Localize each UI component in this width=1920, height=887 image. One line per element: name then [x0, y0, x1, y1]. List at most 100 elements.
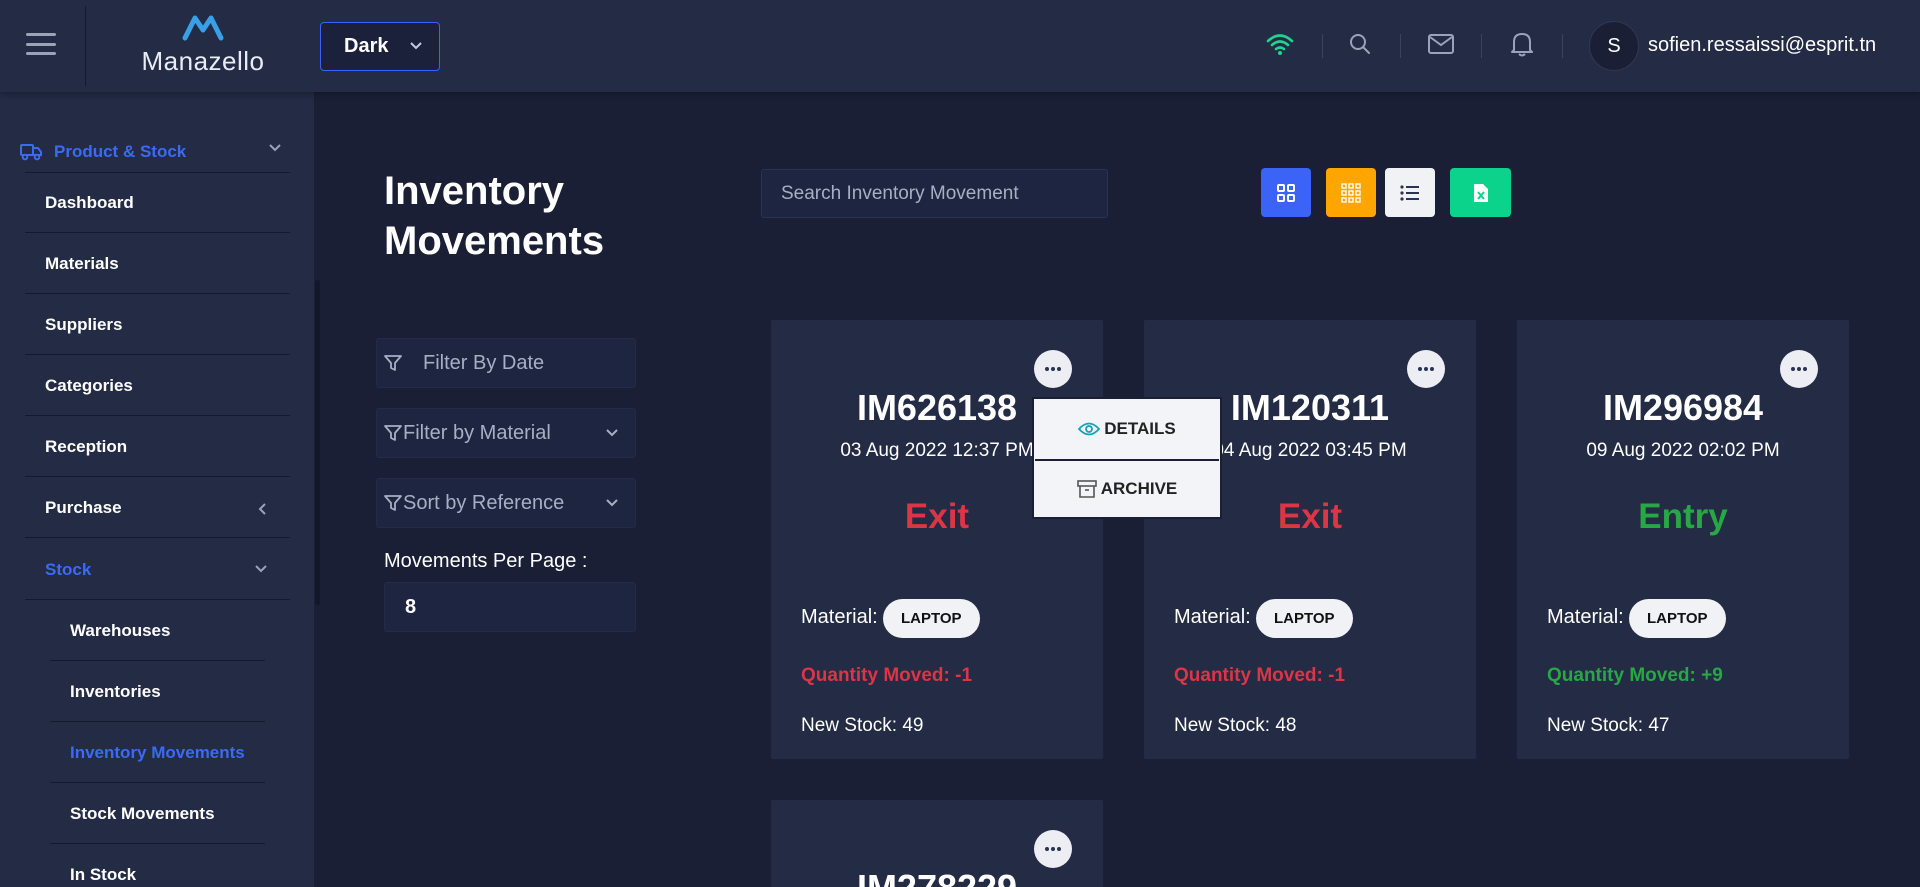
filter-material-select[interactable]: Filter by Material — [376, 408, 636, 458]
movement-card: IM626138 03 Aug 2022 12:37 PM Exit Mater… — [770, 319, 1104, 760]
sidebar-item-label: Inventory Movements — [70, 742, 245, 762]
avatar[interactable]: S — [1589, 21, 1639, 71]
more-options-button[interactable] — [1034, 350, 1072, 388]
sidebar-item-inventory-movements[interactable]: Inventory Movements — [50, 723, 265, 783]
sidebar-item-label: Materials — [45, 253, 119, 273]
dense-grid-icon — [1341, 182, 1361, 203]
sidebar-item-categories[interactable]: Categories — [25, 356, 290, 416]
ellipsis-icon — [1045, 847, 1061, 851]
sidebar-item-dashboard[interactable]: Dashboard — [25, 173, 290, 233]
material-label: Material: — [1174, 606, 1251, 628]
excel-file-icon — [1473, 183, 1488, 202]
filter-icon — [384, 425, 402, 441]
top-bar: Manazello Dark S sofien.ressaissi@esprit… — [0, 0, 1920, 92]
divider — [1562, 34, 1563, 58]
divider — [1322, 34, 1323, 58]
movement-card: IM296984 09 Aug 2022 02:02 PM Entry Mate… — [1516, 319, 1850, 760]
list-icon — [1400, 184, 1419, 201]
filter-material-label: Filter by Material — [403, 421, 551, 444]
mail-icon[interactable] — [1427, 30, 1455, 58]
sidebar: Product & Stock Dashboard Materials Supp… — [0, 92, 314, 887]
movement-card: IM120311 04 Aug 2022 03:45 PM Exit Mater… — [1143, 319, 1477, 760]
material-label: Material: — [1547, 606, 1624, 628]
sidebar-item-warehouses[interactable]: Warehouses — [50, 601, 265, 661]
chevron-down-icon — [255, 565, 267, 573]
details-menu-item[interactable]: DETAILS — [1035, 400, 1219, 458]
theme-select-value: Dark — [344, 35, 389, 57]
per-page-input[interactable]: 8 — [384, 582, 636, 632]
card-options-menu: DETAILS ARCHIVE — [1032, 397, 1222, 519]
quantity-moved: Quantity Moved: -1 — [1174, 665, 1346, 686]
archive-icon — [1076, 480, 1097, 498]
sidebar-item-in-stock[interactable]: In Stock — [50, 845, 265, 887]
search-field[interactable] — [761, 169, 1108, 218]
brand-logo[interactable]: Manazello — [138, 12, 268, 76]
compact-grid-view-button[interactable] — [1326, 168, 1376, 217]
sidebar-item-label: Purchase — [45, 497, 122, 517]
eye-icon — [1078, 422, 1101, 436]
chevron-left-icon — [258, 503, 266, 515]
sidebar-item-label: Stock Movements — [70, 803, 215, 823]
logo-icon — [182, 15, 224, 41]
material-label: Material: — [801, 606, 878, 628]
sidebar-item-label: Suppliers — [45, 314, 123, 334]
search-icon[interactable] — [1346, 30, 1374, 58]
material-badge: LAPTOP — [1256, 599, 1353, 638]
ellipsis-icon — [1791, 367, 1807, 371]
sidebar-item-label: In Stock — [70, 865, 137, 884]
ellipsis-icon — [1045, 367, 1061, 371]
sidebar-item-materials[interactable]: Materials — [25, 234, 290, 294]
sidebar-item-label: Dashboard — [45, 192, 134, 212]
ellipsis-icon — [1418, 367, 1434, 371]
movement-type: Entry — [1638, 497, 1728, 536]
chevron-down-icon — [606, 499, 618, 507]
filter-date-placeholder: Filter By Date — [423, 351, 545, 374]
movement-reference: IM278229 — [771, 867, 1103, 887]
movement-card: IM278229 — [770, 799, 1104, 887]
wifi-icon[interactable] — [1266, 30, 1294, 58]
theme-select[interactable]: Dark — [320, 22, 440, 71]
user-email[interactable]: sofien.ressaissi@esprit.tn — [1648, 34, 1876, 57]
search-input[interactable] — [781, 182, 1107, 205]
material-badge: LAPTOP — [883, 599, 980, 638]
more-options-button[interactable] — [1034, 830, 1072, 868]
archive-menu-item[interactable]: ARCHIVE — [1035, 459, 1219, 517]
more-options-button[interactable] — [1780, 350, 1818, 388]
sidebar-item-label: Stock — [45, 559, 92, 579]
new-stock: New Stock: 49 — [801, 715, 924, 736]
sidebar-item-stock[interactable]: Stock — [25, 540, 290, 600]
divider — [85, 6, 86, 86]
sort-reference-select[interactable]: Sort by Reference — [376, 478, 636, 528]
grid-view-button[interactable] — [1261, 168, 1311, 217]
sidebar-item-reception[interactable]: Reception — [25, 417, 290, 477]
menu-icon[interactable] — [26, 33, 56, 55]
sidebar-item-stock-movements[interactable]: Stock Movements — [50, 784, 265, 844]
export-excel-button[interactable] — [1450, 168, 1511, 217]
chevron-down-icon — [606, 429, 618, 437]
brand-name: Manazello — [141, 46, 265, 76]
more-options-button[interactable] — [1407, 350, 1445, 388]
sidebar-section-label: Product & Stock — [54, 142, 187, 161]
archive-label: ARCHIVE — [1100, 479, 1178, 498]
page-title: Inventory Movements — [384, 169, 605, 263]
filter-date-field[interactable]: Filter By Date — [376, 338, 636, 388]
details-label: DETAILS — [1104, 419, 1176, 438]
chevron-down-icon — [410, 42, 422, 50]
sort-reference-label: Sort by Reference — [403, 491, 565, 514]
bell-icon[interactable] — [1508, 30, 1536, 58]
material-badge: LAPTOP — [1629, 599, 1726, 638]
movement-reference: IM296984 — [1602, 387, 1764, 428]
sidebar-item-inventories[interactable]: Inventories — [50, 662, 265, 722]
sidebar-item-label: Categories — [45, 375, 133, 395]
list-view-button[interactable] — [1385, 168, 1435, 217]
sidebar-item-label: Warehouses — [70, 620, 171, 640]
new-stock: New Stock: 47 — [1547, 715, 1670, 736]
new-stock: New Stock: 48 — [1174, 715, 1297, 736]
divider — [1481, 34, 1482, 58]
sidebar-item-purchase[interactable]: Purchase — [25, 478, 290, 538]
sidebar-scrollbar[interactable] — [315, 280, 320, 605]
sidebar-item-label: Reception — [45, 436, 128, 456]
grid-icon — [1277, 183, 1295, 202]
sidebar-section-product-stock[interactable]: Product & Stock — [20, 131, 290, 173]
sidebar-item-suppliers[interactable]: Suppliers — [25, 295, 290, 355]
